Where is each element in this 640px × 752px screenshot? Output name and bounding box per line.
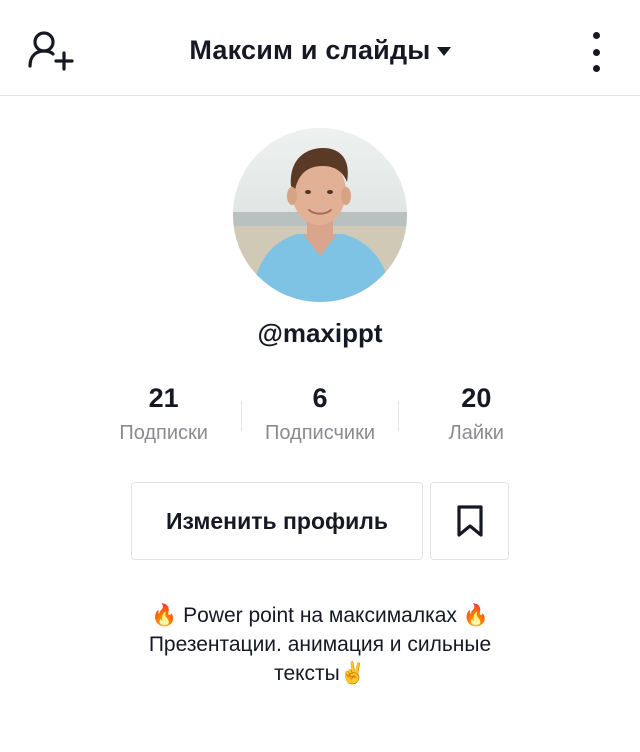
stat-label: Лайки bbox=[448, 422, 504, 444]
account-switcher[interactable]: Максим и слайды bbox=[0, 30, 640, 70]
profile-screen: Максим и слайды @maxippt 21 Подписки 6 П… bbox=[0, 0, 640, 752]
bio-line: тексты✌️ bbox=[274, 662, 366, 685]
bio-line: 🔥 Power point на максималках 🔥 bbox=[151, 604, 489, 627]
page-title: Максим и слайды bbox=[189, 34, 431, 65]
stat-followers[interactable]: 6 Подписчики bbox=[242, 380, 397, 448]
stat-value: 20 bbox=[461, 383, 492, 413]
username: @maxippt bbox=[257, 318, 383, 348]
stats-row: 21 Подписки 6 Подписчики 20 Лайки bbox=[86, 380, 554, 448]
caret-down-icon bbox=[436, 46, 451, 56]
edit-profile-button[interactable]: Изменить профиль bbox=[131, 482, 423, 560]
bookmark-icon bbox=[456, 505, 483, 537]
profile-bio: 🔥 Power point на максималках 🔥 Презентац… bbox=[80, 601, 560, 688]
more-dot bbox=[592, 48, 600, 56]
top-bar: Максим и слайды bbox=[0, 0, 640, 96]
stat-value: 6 bbox=[312, 383, 328, 413]
stat-label: Подписки bbox=[119, 422, 208, 444]
stat-label: Подписчики bbox=[264, 422, 375, 444]
bookmarks-button[interactable] bbox=[430, 482, 509, 560]
more-dot bbox=[592, 32, 600, 39]
stat-following[interactable]: 21 Подписки bbox=[86, 380, 241, 448]
avatar[interactable] bbox=[233, 128, 407, 302]
stat-value: 21 bbox=[148, 383, 179, 413]
bio-line: Презентации. анимация и сильные bbox=[148, 633, 492, 656]
more-vertical-icon[interactable] bbox=[580, 32, 612, 72]
more-dot bbox=[592, 65, 600, 72]
stat-likes[interactable]: 20 Лайки bbox=[399, 380, 554, 448]
